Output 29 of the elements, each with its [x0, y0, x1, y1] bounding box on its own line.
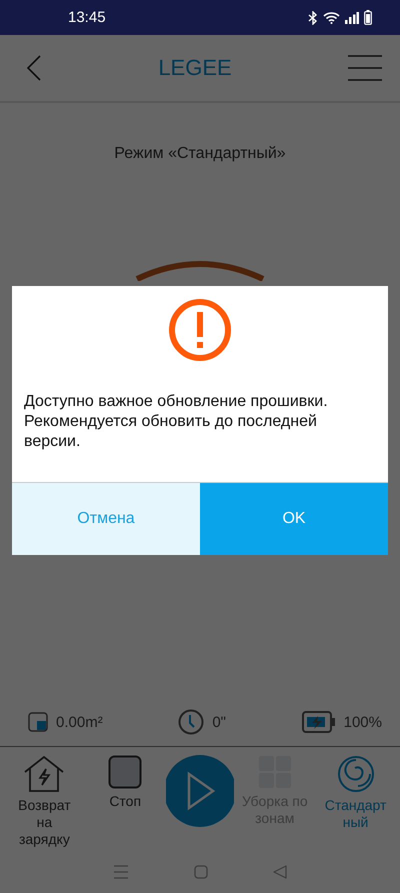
- swirl-icon: [336, 755, 375, 793]
- back-nav-icon[interactable]: [273, 865, 288, 879]
- nav-button[interactable]: Стоп: [84, 747, 166, 851]
- menu-icon[interactable]: [348, 55, 382, 81]
- stop-icon: [108, 755, 142, 789]
- battery-icon: [364, 10, 372, 25]
- app-title: LEGEE: [158, 55, 232, 81]
- bluetooth-icon: [308, 10, 318, 24]
- status-time: 13:45: [68, 9, 106, 26]
- signal-icon: [345, 12, 359, 24]
- stat-value: 100%: [344, 714, 382, 730]
- back-icon[interactable]: [26, 55, 42, 81]
- home-icon[interactable]: [194, 865, 208, 879]
- cancel-button[interactable]: Отмена: [12, 483, 200, 555]
- stat-value: 0.00m²: [56, 714, 103, 730]
- battery-charging-icon: [302, 711, 336, 733]
- clock-icon: [178, 709, 204, 735]
- warning-icon: [168, 298, 232, 362]
- stat-value: 0": [212, 714, 226, 730]
- wifi-icon: [323, 11, 340, 24]
- dialog-message: Доступно важное обновление прошивки. Рекомендуется обновить до последней версии.: [24, 392, 329, 452]
- mode-label: Режим «Стандартный»: [114, 145, 286, 163]
- nav-button[interactable]: Возврат на зарядку: [4, 747, 85, 851]
- ok-button[interactable]: OK: [200, 483, 388, 555]
- play-icon: [186, 771, 216, 811]
- house-charging-icon: [23, 755, 66, 793]
- nav-button[interactable]: Стандартный: [315, 747, 396, 851]
- area-icon: [28, 712, 48, 732]
- recents-icon[interactable]: [112, 865, 129, 879]
